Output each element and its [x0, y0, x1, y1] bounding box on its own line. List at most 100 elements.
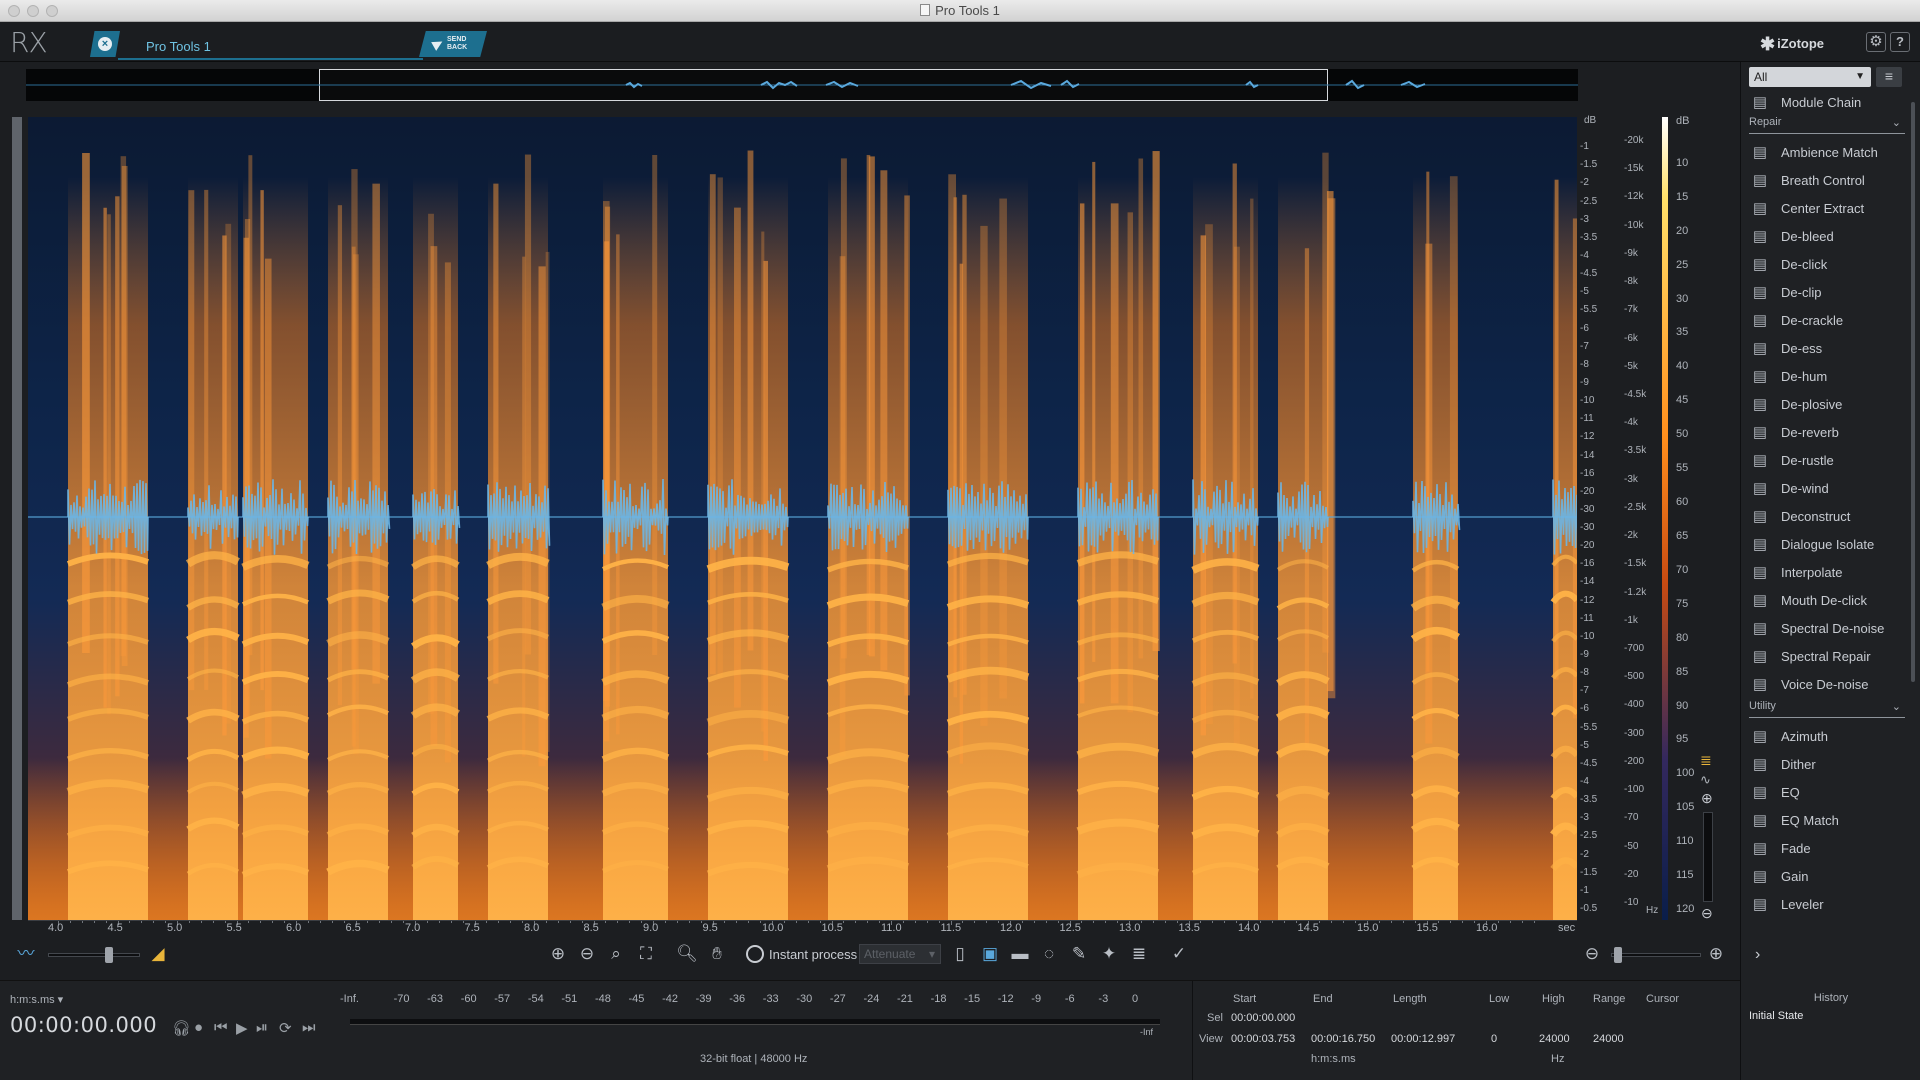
module-item[interactable]: ▤ De-plosive: [1749, 392, 1843, 416]
loop-icon[interactable]: ⟳: [279, 1019, 292, 1037]
history-item[interactable]: Initial State: [1749, 1010, 1803, 1022]
settings-button[interactable]: ⚙: [1866, 32, 1886, 52]
waveform-view-icon[interactable]: 〰: [14, 942, 38, 966]
play-icon[interactable]: ▶: [236, 1019, 248, 1037]
close-tab-button[interactable]: ×: [90, 31, 120, 57]
module-item[interactable]: ▤ Azimuth: [1749, 724, 1828, 748]
view-length-value[interactable]: 00:00:12.997: [1391, 1033, 1455, 1045]
record-icon[interactable]: ●: [194, 1019, 203, 1036]
module-item[interactable]: ▤ Spectral Repair: [1749, 644, 1871, 668]
module-item[interactable]: ▤ Spectral De-noise: [1749, 616, 1884, 640]
track-handle[interactable]: [12, 117, 22, 920]
view-low-value[interactable]: 0: [1491, 1033, 1497, 1045]
time-ruler[interactable]: 4.0 4.5 5.0 5.5 6.0 6.5 7.0 7.5 8.0 8.5 9.0 9.5 10.0…: [28, 920, 1577, 934]
module-item[interactable]: ▤ De-wind: [1749, 476, 1829, 500]
history-title: History: [1813, 992, 1849, 1004]
module-item[interactable]: ▤ De-click: [1749, 252, 1827, 276]
time-minor-tick: [1271, 921, 1273, 923]
spectrogram-settings-icon[interactable]: ≣: [1700, 752, 1712, 769]
category-utility[interactable]: Utility ⌄: [1749, 700, 1905, 718]
module-item[interactable]: ▤ De-hum: [1749, 364, 1827, 388]
list-view-button[interactable]: ≡: [1876, 67, 1902, 87]
spectrogram-view-icon[interactable]: ◢: [146, 942, 170, 966]
module-label: Dither: [1781, 756, 1816, 772]
brush-icon[interactable]: ✎: [1067, 942, 1091, 966]
meter-label: -48: [594, 993, 611, 1005]
module-item[interactable]: ▤ Ambience Match: [1749, 140, 1878, 164]
module-item[interactable]: ▤ Center Extract: [1749, 196, 1864, 220]
view-range-value[interactable]: 24000: [1593, 1033, 1624, 1045]
harmonic-select-icon[interactable]: ≣: [1127, 942, 1151, 966]
time-minor-tick: [1045, 921, 1047, 923]
blend-slider-knob[interactable]: [105, 947, 113, 963]
module-item[interactable]: ▤ EQ: [1749, 780, 1800, 804]
module-item[interactable]: ▤ Mouth De-click: [1749, 588, 1867, 612]
time-format-selector[interactable]: h:m:s.ms ▾: [10, 993, 63, 1006]
module-item[interactable]: ▤ De-ess: [1749, 336, 1822, 360]
time-freq-select-icon[interactable]: ▣: [978, 942, 1002, 966]
zoom-in-icon[interactable]: ⊕: [546, 942, 570, 966]
expand-panel-icon[interactable]: ›: [1755, 946, 1760, 964]
freq-select-icon[interactable]: ▬: [1008, 942, 1032, 966]
play-selection-icon[interactable]: ⏯︎: [256, 1019, 268, 1036]
module-filter-dropdown[interactable]: All ▼: [1749, 67, 1871, 87]
horizontal-zoom-in-icon[interactable]: ⊕: [1704, 942, 1728, 966]
send-back-button[interactable]: SEND BACK: [419, 31, 487, 57]
module-item[interactable]: ▤ Interpolate: [1749, 560, 1843, 584]
module-item[interactable]: ▤ Gain: [1749, 864, 1809, 888]
module-item[interactable]: ▤ Deconstruct: [1749, 504, 1850, 528]
module-item[interactable]: ▤ Dialogue Isolate: [1749, 532, 1874, 556]
module-item[interactable]: ▤ De-reverb: [1749, 420, 1839, 444]
category-repair[interactable]: Repair ⌄: [1749, 116, 1905, 134]
view-end-value[interactable]: 00:00:16.750: [1311, 1033, 1375, 1045]
module-item[interactable]: ▤ Leveler: [1749, 892, 1824, 916]
module-item[interactable]: ▤ De-rustle: [1749, 448, 1834, 472]
file-tab[interactable]: Pro Tools 1: [146, 39, 211, 54]
module-item[interactable]: ▤ EQ Match: [1749, 808, 1839, 832]
zoom-slider-knob[interactable]: [1614, 947, 1622, 963]
headphones-icon[interactable]: 🎧︎: [172, 1019, 191, 1037]
zoom-out-icon[interactable]: ⊖: [575, 942, 599, 966]
attenuate-dropdown[interactable]: Attenuate ▾: [859, 944, 941, 964]
zoom-fit-icon[interactable]: ⛶: [634, 942, 658, 966]
magnify-icon[interactable]: 🔍︎: [675, 942, 699, 966]
rewind-icon[interactable]: ⏮︎: [214, 1019, 228, 1036]
module-label: Fade: [1781, 840, 1811, 856]
vertical-zoom-in-icon[interactable]: ⊕: [1701, 790, 1713, 807]
lasso-icon[interactable]: ◌: [1037, 942, 1061, 966]
time-minor-tick: [1021, 921, 1023, 923]
horizontal-zoom-slider[interactable]: [1611, 947, 1701, 963]
vertical-zoom-slider[interactable]: [1703, 812, 1713, 902]
zoom-selection-icon[interactable]: ⌕: [604, 942, 628, 966]
module-item[interactable]: ▤ Dither: [1749, 752, 1816, 776]
pencil-icon[interactable]: ✓: [1167, 942, 1191, 966]
view-high-value[interactable]: 24000: [1539, 1033, 1570, 1045]
time-minor-tick: [522, 921, 524, 923]
magic-wand-icon[interactable]: ✦: [1097, 942, 1121, 966]
module-item[interactable]: ▤ Voice De-noise: [1749, 672, 1869, 696]
db-scale: dB -1 -1.5 -2 -2.5 -3 -3.5 -4 -4.5 -5 -5.5 -6 -7 -8 -9…: [1578, 115, 1620, 920]
module-item[interactable]: ▤ De-bleed: [1749, 224, 1834, 248]
spectrogram-canvas[interactable]: [28, 117, 1577, 920]
module-chain-button[interactable]: ▤ Module Chain: [1749, 90, 1861, 114]
module-item[interactable]: ▤ Breath Control: [1749, 168, 1865, 192]
waveform-overview[interactable]: [26, 69, 1578, 101]
module-list-scrollbar[interactable]: [1911, 102, 1915, 682]
time-select-icon[interactable]: ▯: [948, 942, 972, 966]
time-minor-tick: [1236, 921, 1238, 923]
skip-end-icon[interactable]: ⏭︎: [302, 1019, 316, 1036]
module-item[interactable]: ▤ De-clip: [1749, 280, 1822, 304]
module-item[interactable]: ▤ De-crackle: [1749, 308, 1843, 332]
spectrogram-display[interactable]: [28, 117, 1577, 920]
hand-icon[interactable]: ✋︎: [705, 942, 729, 966]
waveform-spectrogram-blend-slider[interactable]: [48, 947, 140, 963]
view-start-value[interactable]: 00:00:03.753: [1231, 1033, 1295, 1045]
instant-process-toggle[interactable]: Instant process: [746, 945, 857, 963]
horizontal-zoom-out-icon[interactable]: ⊖: [1580, 942, 1604, 966]
sel-start-value[interactable]: 00:00:00.000: [1231, 1012, 1295, 1024]
waveform-settings-icon[interactable]: ∿: [1700, 772, 1711, 788]
vertical-zoom-out-icon[interactable]: ⊖: [1701, 905, 1713, 922]
time-minor-tick: [1176, 921, 1178, 923]
module-item[interactable]: ▤ Fade: [1749, 836, 1811, 860]
help-button[interactable]: ?: [1890, 32, 1910, 52]
